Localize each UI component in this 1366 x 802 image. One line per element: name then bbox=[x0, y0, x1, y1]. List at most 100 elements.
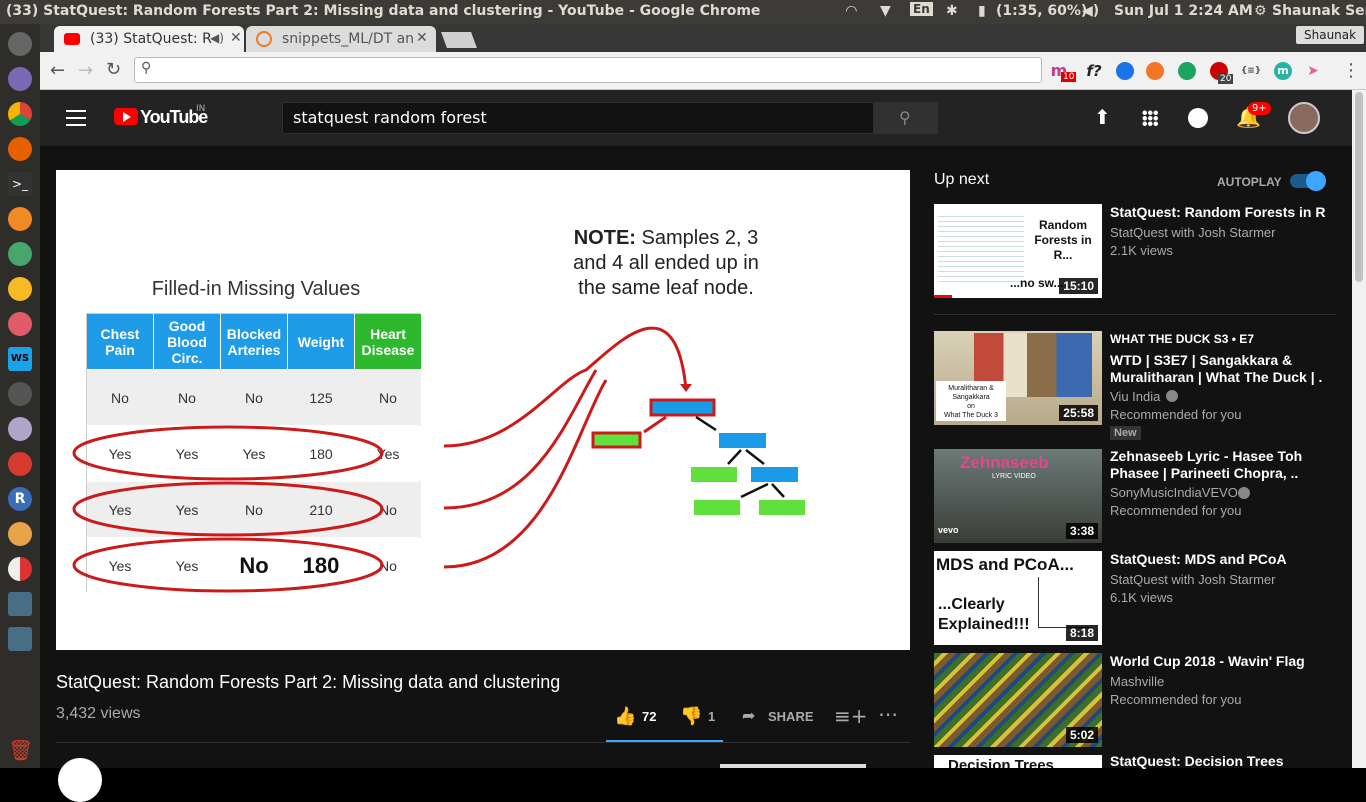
profile-button[interactable]: Shaunak bbox=[1296, 26, 1365, 44]
video-meta: Recommended for you bbox=[1110, 407, 1242, 422]
browser-tab-strip: (33) StatQuest: R ◀) ✕ snippets_ML/DT an… bbox=[40, 24, 1366, 52]
disk-icon[interactable] bbox=[8, 382, 32, 406]
channel-avatar[interactable] bbox=[58, 758, 102, 802]
extension-arrow-icon[interactable]: ➤ bbox=[1304, 62, 1322, 80]
share-button[interactable]: SHARE bbox=[768, 709, 814, 724]
search-button[interactable]: ⚲ bbox=[874, 102, 938, 134]
subscribe-button[interactable] bbox=[720, 764, 866, 768]
autoplay-toggle[interactable] bbox=[1290, 171, 1326, 191]
thumb-line: Forests in bbox=[1034, 233, 1092, 247]
video-thumbnail[interactable]: Muralitharan & Sangakkara on What The Du… bbox=[934, 331, 1102, 425]
volume-icon[interactable]: ◀) bbox=[1082, 3, 1099, 19]
video-title-link[interactable]: World Cup 2018 - Wavin' Flag bbox=[1110, 653, 1336, 670]
video-thumbnail[interactable]: MDS and PCoA... ...Clearly Explained!!! … bbox=[934, 551, 1102, 645]
bluetooth-icon[interactable]: ✱ bbox=[946, 3, 958, 19]
power-icon[interactable]: ⚙ bbox=[1254, 3, 1267, 19]
video-duration: 5:02 bbox=[1065, 727, 1098, 743]
channel-name[interactable]: StatQuest with Josh Starmer bbox=[1110, 224, 1275, 242]
extension-m2-icon[interactable]: m bbox=[1274, 62, 1292, 80]
channel-name[interactable]: Mashville bbox=[1110, 673, 1164, 691]
upload-icon[interactable]: ⬆ bbox=[1094, 105, 1111, 129]
channel-name[interactable]: StatQuest with Josh Starmer bbox=[1110, 571, 1275, 589]
thumb-line: R... bbox=[1053, 248, 1073, 262]
more-actions-icon[interactable]: ⋯ bbox=[878, 702, 898, 726]
video-thumbnail[interactable]: 5:02 bbox=[934, 653, 1102, 747]
add-to-playlist-icon[interactable]: ≡+ bbox=[834, 704, 868, 728]
battery-status[interactable]: (1:35, 60%) bbox=[996, 3, 1087, 19]
wifi-icon[interactable]: ▼ bbox=[880, 3, 891, 19]
thumb-line: What The Duck 3 bbox=[944, 412, 998, 419]
extension-fx-icon[interactable]: f? bbox=[1082, 62, 1106, 80]
extension-icon-2[interactable] bbox=[1146, 62, 1164, 80]
terminal-icon[interactable]: >_ bbox=[8, 172, 32, 196]
page-scrollbar[interactable] bbox=[1352, 90, 1366, 768]
app-icon-3[interactable] bbox=[8, 557, 32, 581]
search-input[interactable]: statquest random forest bbox=[282, 102, 874, 134]
video-title: StatQuest: Random Forests Part 2: Missin… bbox=[56, 672, 561, 692]
scrollbar-thumb[interactable] bbox=[1355, 92, 1363, 282]
tab-snippets[interactable]: snippets_ML/DT an ✕ bbox=[246, 26, 436, 52]
channel-name[interactable]: Viu India bbox=[1110, 388, 1160, 406]
curve-row-4 bbox=[443, 379, 608, 569]
thumbnail-text: Random Forests in R... bbox=[1026, 218, 1100, 263]
apps-grid-icon[interactable] bbox=[1142, 110, 1158, 126]
video-title-link[interactable]: StatQuest: Random Forests in R bbox=[1110, 204, 1336, 221]
hamburger-menu-icon[interactable] bbox=[66, 110, 86, 126]
channel-name[interactable]: SonyMusicIndiaVEVO bbox=[1110, 484, 1238, 502]
region-label: IN bbox=[196, 104, 206, 114]
software-center-icon[interactable] bbox=[8, 207, 32, 231]
video-title-link[interactable]: StatQuest: MDS and PCoA bbox=[1110, 551, 1336, 568]
address-bar[interactable]: ⚲ bbox=[134, 57, 1042, 83]
new-tab-button[interactable] bbox=[441, 32, 477, 48]
youtube-logo-icon[interactable] bbox=[114, 108, 138, 125]
like-count: 72 bbox=[642, 709, 657, 724]
network-icon[interactable]: ◠ bbox=[846, 3, 857, 19]
app-icon[interactable] bbox=[8, 312, 32, 336]
extension-icon-1[interactable] bbox=[1116, 62, 1134, 80]
media-player-icon[interactable] bbox=[8, 277, 32, 301]
close-tab-icon[interactable]: ✕ bbox=[416, 30, 428, 46]
trash-icon[interactable]: 🗑 bbox=[8, 738, 33, 762]
reload-icon[interactable]: ↻ bbox=[106, 59, 121, 80]
video-thumbnail[interactable]: Zehnaseeb LYRIC VIDEO vevo 3:38 bbox=[934, 449, 1102, 543]
app-icon-4[interactable] bbox=[8, 592, 32, 616]
audio-icon[interactable]: ◀) bbox=[210, 31, 224, 45]
firefox-icon[interactable] bbox=[8, 137, 32, 161]
bug-icon[interactable] bbox=[8, 452, 32, 476]
rstudio-icon[interactable]: R bbox=[8, 487, 32, 511]
video-player[interactable]: Filled-in Missing Values NOTE: Samples 2… bbox=[56, 170, 910, 650]
avatar[interactable] bbox=[1288, 102, 1320, 134]
battery-icon[interactable]: ▮ bbox=[978, 3, 986, 19]
forward-icon[interactable]: → bbox=[78, 60, 93, 81]
app-icon-5[interactable] bbox=[8, 627, 32, 651]
chrome-icon[interactable] bbox=[8, 102, 32, 126]
video-title-link[interactable]: WTD | S3E7 | Sangakkara & Muralitharan |… bbox=[1110, 352, 1336, 386]
video-meta: Recommended for you bbox=[1110, 692, 1242, 707]
notifications-badge: 9+ bbox=[1248, 102, 1271, 115]
app-icon-2[interactable] bbox=[8, 522, 32, 546]
keyboard-layout-indicator[interactable]: En bbox=[910, 2, 933, 16]
extension-grammarly-icon[interactable] bbox=[1178, 62, 1196, 80]
video-title-link[interactable]: Zehnaseeb Lyric - Hasee Toh Phasee | Par… bbox=[1110, 448, 1336, 482]
back-icon[interactable]: ← bbox=[50, 60, 65, 81]
files-icon[interactable] bbox=[8, 67, 32, 91]
window-title: (33) StatQuest: Random Forests Part 2: M… bbox=[6, 3, 761, 19]
dash-icon[interactable] bbox=[8, 32, 32, 56]
atom-icon[interactable] bbox=[8, 417, 32, 441]
tab-youtube[interactable]: (33) StatQuest: R ◀) ✕ bbox=[54, 26, 244, 52]
video-thumbnail[interactable]: Random Forests in R... ...no sw... 15:10 bbox=[934, 204, 1102, 298]
share-icon[interactable]: ➦ bbox=[742, 706, 755, 725]
user-name[interactable]: Shaunak Sen bbox=[1272, 3, 1366, 19]
webstorm-icon[interactable]: WS bbox=[8, 347, 32, 371]
clock[interactable]: Sun Jul 1 2:24 AM bbox=[1114, 3, 1253, 19]
menu-kebab-icon[interactable]: ⋮ bbox=[1342, 60, 1360, 81]
toggle-app-icon[interactable] bbox=[8, 242, 32, 266]
messages-icon[interactable] bbox=[1188, 108, 1208, 128]
tree-leaf-node-2 bbox=[694, 500, 740, 515]
like-icon[interactable]: 👍 bbox=[614, 706, 636, 727]
dislike-icon[interactable]: 👎 bbox=[680, 706, 702, 727]
video-title-link[interactable]: StatQuest: Decision Trees bbox=[1110, 753, 1336, 770]
video-thumbnail[interactable]: Decision Trees bbox=[934, 755, 1102, 768]
close-tab-icon[interactable]: ✕ bbox=[230, 30, 242, 46]
extension-json-icon[interactable]: {≡} bbox=[1240, 62, 1262, 80]
